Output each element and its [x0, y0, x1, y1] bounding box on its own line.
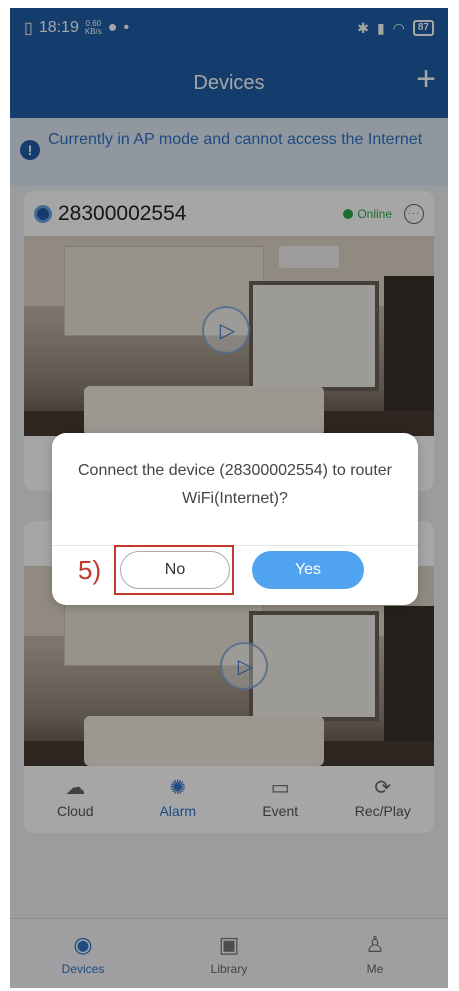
connect-wifi-dialog: Connect the device (28300002554) to rout… [52, 433, 418, 605]
step-annotation: 5) [78, 555, 102, 585]
dialog-divider [52, 545, 418, 546]
phone-screen: ▯ 18:19 0.60 KB/s ● • ✱ ▮ ◠ 87 Devices +… [10, 8, 448, 988]
no-button[interactable]: No [120, 551, 230, 589]
dialog-message: Connect the device (28300002554) to rout… [78, 462, 392, 507]
yes-button[interactable]: Yes [252, 551, 364, 589]
